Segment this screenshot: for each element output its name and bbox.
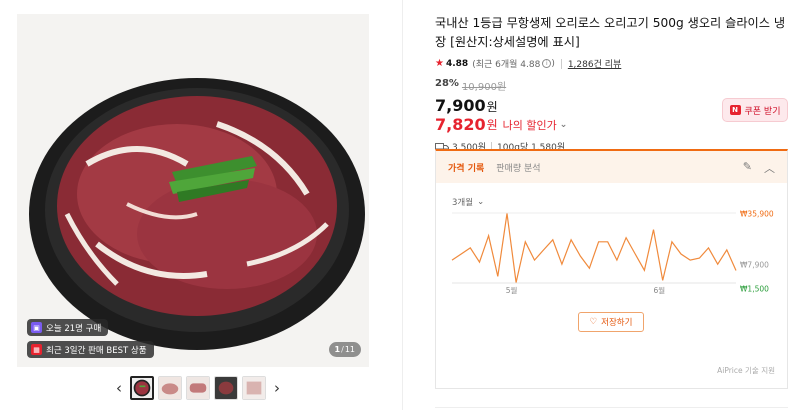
thumbnail-2-image	[159, 377, 181, 399]
next-image-button[interactable]: ›	[270, 376, 284, 400]
price-series-line	[451, 213, 737, 283]
today-buyers-text: 오늘 21명 구매	[46, 323, 102, 334]
thumbnail-4-image	[215, 377, 237, 399]
column-divider	[402, 0, 403, 410]
bag-icon: ▣	[31, 322, 42, 333]
duck-meat-pan-image	[29, 78, 365, 350]
thumbnail-4[interactable]	[214, 376, 238, 400]
current-price-label: ₩7,900	[740, 261, 769, 270]
tab-price-history[interactable]: 가격 기록	[448, 161, 484, 174]
bottom-divider	[435, 407, 788, 408]
x-label-may: 5월	[506, 285, 518, 295]
price-history-panel: 가격 기록 판매량 분석 ✎ ︿ 3개월 ⌄ ₩35,900 ₩7,900 ₩1…	[435, 149, 788, 389]
image-counter: 1 / 11	[328, 342, 361, 357]
product-info: 국내산 1등급 무항생제 오리로스 오리고기 500g 생오리 슬라이스 냉장 …	[435, 14, 787, 153]
rating-recent: (최근 6개월 4.88	[472, 60, 541, 70]
gift-icon: ▦	[31, 344, 42, 355]
coupon-button[interactable]: N 쿠폰 받기	[722, 98, 788, 122]
best-seller-text: 최근 3일간 판매 BEST 상품	[46, 345, 147, 356]
rating-divider	[560, 58, 562, 69]
today-buyers-badge: ▣ 오늘 21명 구매	[27, 319, 109, 336]
chevron-up-icon[interactable]: ︿	[764, 160, 775, 176]
thumbnail-1-image	[132, 378, 152, 398]
thumbnail-2[interactable]	[158, 376, 182, 400]
heart-icon: ♡	[589, 317, 598, 327]
coupon-icon: N	[729, 105, 741, 115]
pencil-icon[interactable]: ✎	[743, 160, 752, 176]
rating-score: 4.88	[445, 58, 469, 69]
my-price-value: 7,820	[435, 115, 486, 134]
sale-price-value: 7,900	[435, 96, 486, 115]
chevron-down-icon[interactable]: ⌄	[560, 120, 568, 130]
thumbnail-1[interactable]	[130, 376, 154, 400]
original-price: 10,900원	[461, 82, 507, 93]
rating-recent-close: )	[551, 58, 555, 69]
image-counter-current: 1	[334, 345, 341, 354]
my-price-label: 나의 할인가	[502, 118, 557, 132]
prev-image-button[interactable]: ‹	[112, 376, 126, 400]
info-icon[interactable]: i	[542, 59, 552, 68]
thumbnail-5[interactable]	[242, 376, 266, 400]
thumbnail-5-image	[243, 377, 265, 399]
sale-price-unit: 원	[486, 100, 498, 114]
discount-row: 28% 10,900원	[435, 78, 787, 93]
x-label-june: 6월	[653, 285, 665, 295]
coupon-label: 쿠폰 받기	[744, 106, 781, 117]
tab-sales-analysis[interactable]: 판매량 분석	[496, 161, 540, 174]
ai-price-note: AiPrice 기술 지원	[717, 366, 775, 375]
min-price-label: ₩1,500	[740, 285, 769, 294]
price-history-chart: ₩35,900 ₩7,900 ₩1,500 5월 6월	[451, 210, 774, 295]
save-button[interactable]: ♡ 저장하기	[578, 312, 644, 332]
thumbnail-strip: ‹ ›	[112, 376, 284, 400]
max-price-label: ₩35,900	[740, 210, 774, 219]
thumbnail-3-image	[187, 377, 209, 399]
panel-header: 가격 기록 판매량 분석 ✎ ︿	[436, 151, 787, 183]
product-main-image[interactable]: ▣ 오늘 21명 구매 ▦ 최근 3일간 판매 BEST 상품 1 / 11	[17, 14, 369, 367]
product-title: 국내산 1등급 무항생제 오리로스 오리고기 500g 생오리 슬라이스 냉장 …	[435, 16, 786, 49]
image-counter-total: 11	[344, 345, 355, 354]
discount-percent: 28%	[435, 78, 459, 89]
best-seller-badge: ▦ 최근 3일간 판매 BEST 상품	[27, 341, 154, 358]
thumbnail-3[interactable]	[186, 376, 210, 400]
star-icon: ★	[435, 58, 444, 69]
rating-row: ★ 4.88 (최근 6개월 4.88 i ) 1,286건 리뷰	[435, 57, 787, 70]
review-count-link[interactable]: 1,286건 리뷰	[568, 57, 621, 70]
my-price-unit: 원	[486, 118, 498, 132]
panel-header-icons: ✎ ︿	[743, 160, 775, 176]
save-label: 저장하기	[601, 318, 633, 328]
